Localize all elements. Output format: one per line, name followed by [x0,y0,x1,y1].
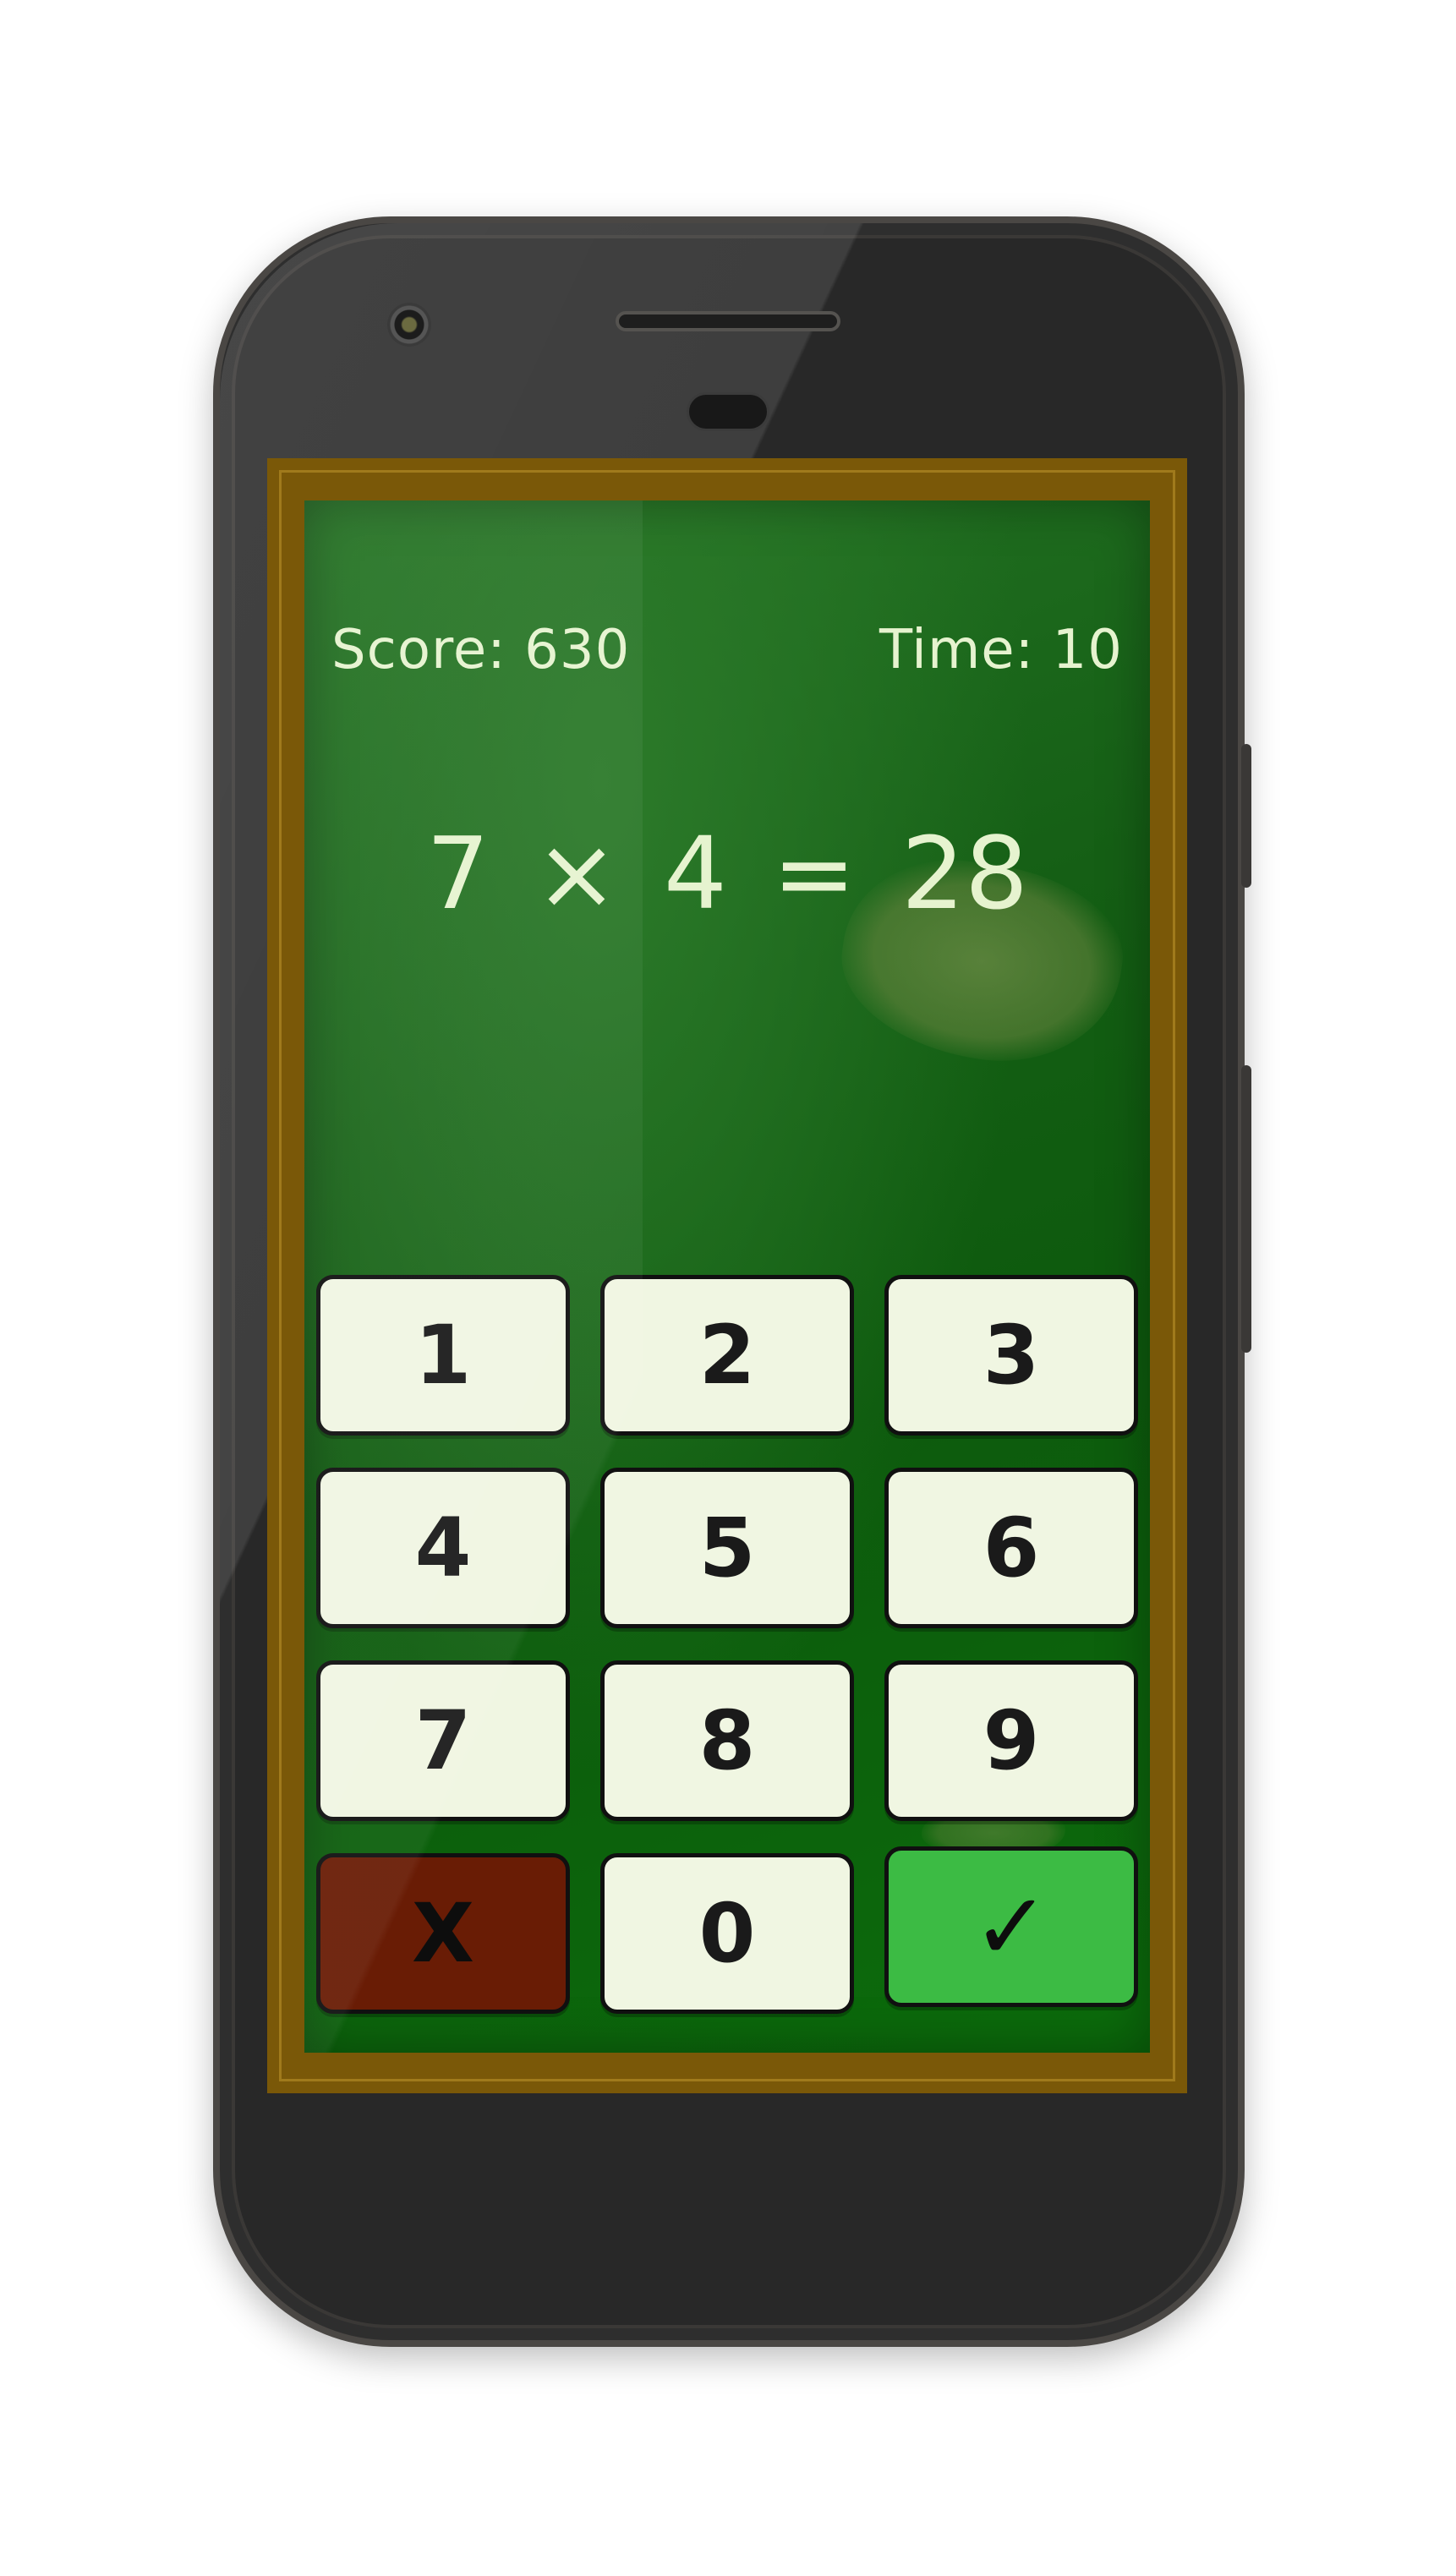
equals-sign: = [772,815,857,932]
equation: 7 × 4 = 28 [304,815,1150,932]
key-0[interactable]: 0 [600,1853,854,2014]
app-screen: Score: 630 Time: 10 7 × 4 = 28 1 2 3 4 5… [267,458,1187,2093]
key-6[interactable]: 6 [884,1468,1138,1628]
number-keypad: 1 2 3 4 5 6 7 8 9 X 0 ✓ [316,1275,1138,2014]
key-4[interactable]: 4 [316,1468,570,1628]
operator: × [534,815,619,932]
volume-button [1241,1065,1251,1353]
key-9[interactable]: 9 [884,1660,1138,1821]
time-label: Time: 10 [879,619,1123,681]
left-operand: 7 [425,815,490,932]
power-button [1241,744,1251,888]
proximity-sensor [687,392,769,431]
key-7[interactable]: 7 [316,1660,570,1821]
submit-button[interactable]: ✓ [884,1846,1138,2007]
answer: 28 [900,815,1029,932]
clear-button[interactable]: X [316,1853,570,2014]
key-5[interactable]: 5 [600,1468,854,1628]
key-2[interactable]: 2 [600,1275,854,1436]
score-label: Score: 630 [331,619,631,681]
key-8[interactable]: 8 [600,1660,854,1821]
chalkboard: Score: 630 Time: 10 7 × 4 = 28 1 2 3 4 5… [304,500,1150,2053]
key-1[interactable]: 1 [316,1275,570,1436]
speaker-grille [616,311,840,331]
key-3[interactable]: 3 [884,1275,1138,1436]
right-operand: 4 [663,815,727,932]
front-camera-icon [387,303,431,347]
